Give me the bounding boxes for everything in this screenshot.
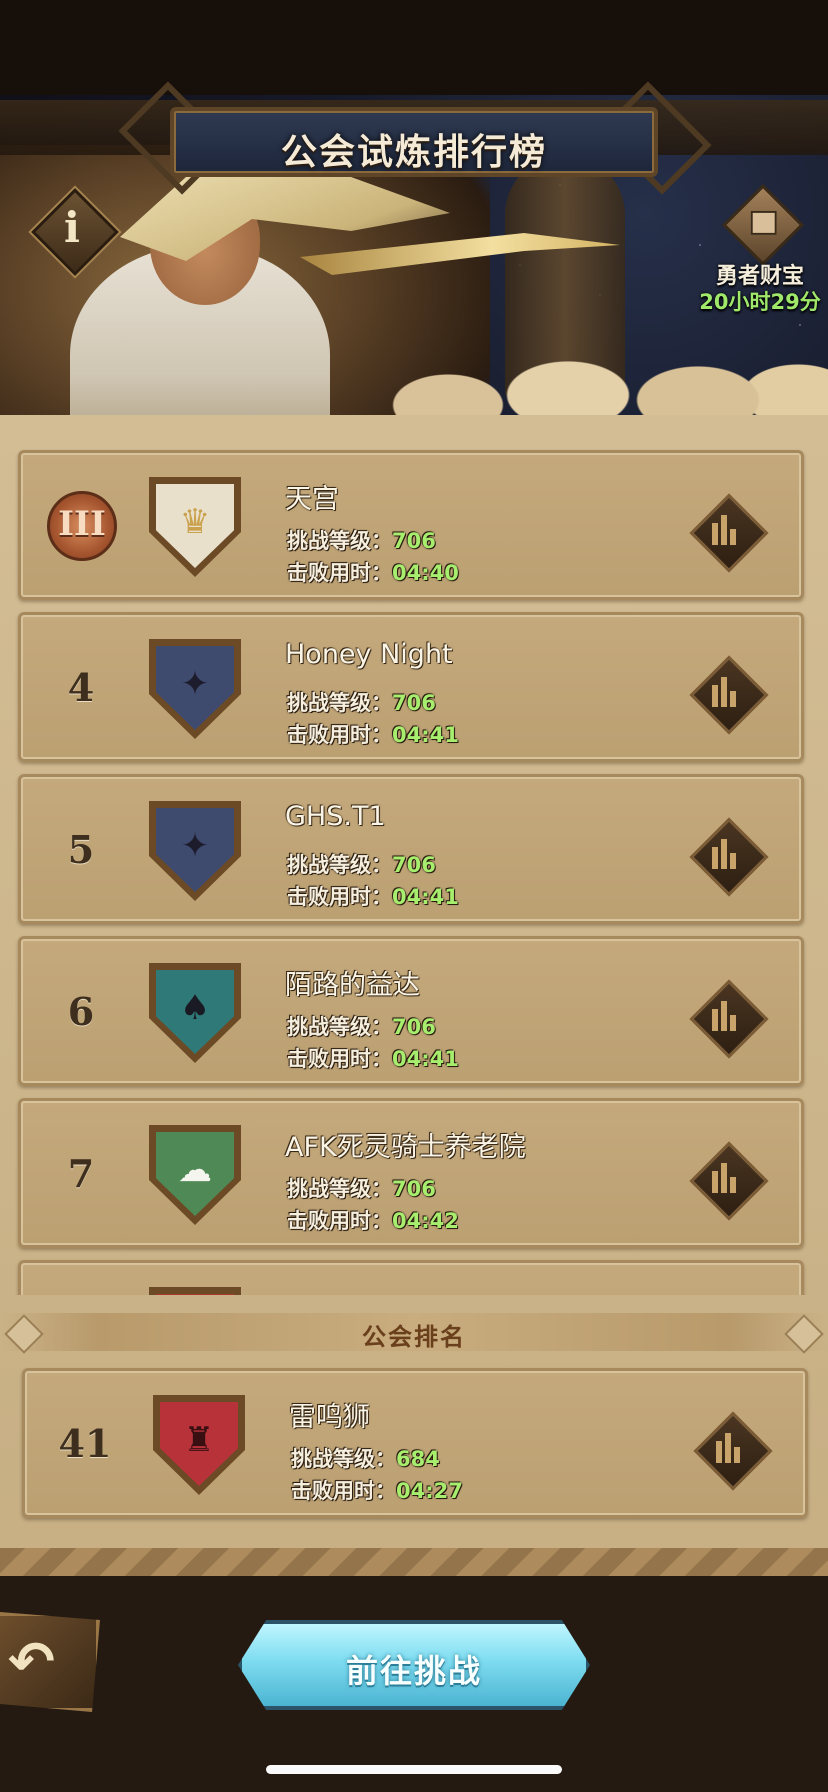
ranking-row[interactable]: 7 ☁ AFK死灵骑士养老院 挑战等级：706 击败用时：04:42 (18, 1098, 804, 1248)
go-challenge-label: 前往挑战 (345, 1652, 482, 1690)
guild-name: 天宫 (285, 484, 339, 515)
defeat-time: 击败用时：04:42 (287, 1209, 459, 1233)
challenge-level: 挑战等级：706 (287, 1177, 436, 1201)
guild-name: 陌路的益达 (285, 970, 420, 1001)
defeat-time: 击败用时：04:27 (291, 1479, 463, 1503)
title-plate: 公会试炼排行榜 (170, 107, 658, 177)
treasure-chest-icon (721, 183, 805, 267)
rank-medal-label: III (58, 504, 106, 544)
battle-stats-button[interactable] (689, 979, 769, 1059)
guild-crest-icon: ☁ (149, 1125, 241, 1225)
guild-crest-icon: ✦ (149, 639, 241, 739)
guild-crest-icon (149, 1287, 241, 1295)
battle-stats-button[interactable] (689, 655, 769, 735)
guild-rank-title: 公会排名 (362, 1323, 466, 1351)
battle-stats-button[interactable] (693, 1411, 773, 1491)
battle-stats-button[interactable] (689, 1141, 769, 1221)
back-button[interactable]: ↶ (0, 1612, 100, 1712)
rank-number: 6 (67, 989, 95, 1034)
bar-chart-icon (712, 515, 740, 545)
guild-name: GHS.T1 (285, 801, 386, 832)
bar-chart-icon (712, 677, 740, 707)
challenge-level: 挑战等级：706 (287, 691, 436, 715)
rank-medal-icon: III (47, 491, 117, 561)
defeat-time: 击败用时：04:41 (287, 723, 459, 747)
go-challenge-button[interactable]: 前往挑战 (238, 1620, 590, 1710)
challenge-level: 挑战等级：706 (287, 853, 436, 877)
rank-number: 7 (67, 1151, 95, 1196)
bar-chart-icon (712, 839, 740, 869)
bar-chart-icon (716, 1433, 744, 1463)
rank-number: 5 (67, 827, 95, 872)
guild-crest-icon: ✦ (149, 801, 241, 901)
challenge-level: 挑战等级：706 (287, 1015, 436, 1039)
ranking-row[interactable]: 4 ✦ Honey Night 挑战等级：706 击败用时：04:41 (18, 612, 804, 762)
challenge-level: 挑战等级：706 (287, 529, 436, 553)
page-title: 公会试炼排行榜 (280, 132, 547, 173)
guild-rank-divider: 公会排名 (0, 1313, 828, 1354)
guild-name: Honey Night (285, 639, 453, 670)
rank-number: 41 (58, 1421, 112, 1466)
battle-stats-button[interactable] (689, 817, 769, 897)
home-indicator[interactable] (266, 1765, 562, 1774)
defeat-time: 击败用时：04:41 (287, 1047, 459, 1071)
bar-chart-icon (712, 1163, 740, 1193)
decorative-border (0, 1548, 828, 1576)
ranking-row[interactable] (18, 1260, 804, 1295)
brave-treasure-button[interactable]: 勇者财宝 20小时29分 (690, 183, 828, 320)
guild-name: AFK死灵骑士养老院 (285, 1132, 526, 1163)
ranking-row[interactable]: III ♛ 天宫 挑战等级：706 击败用时：04:40 (18, 450, 804, 600)
bar-chart-icon (712, 1001, 740, 1031)
ranking-row[interactable]: 5 ✦ GHS.T1 挑战等级：706 击败用时：04:41 (18, 774, 804, 924)
defeat-time: 击败用时：04:41 (287, 885, 459, 909)
ranking-row[interactable]: 6 ♠ 陌路的益达 挑战等级：706 击败用时：04:41 (18, 936, 804, 1086)
battle-stats-button[interactable] (689, 493, 769, 573)
rank-number: 4 (67, 665, 95, 710)
defeat-time: 击败用时：04:40 (287, 561, 459, 585)
challenge-level: 挑战等级：684 (291, 1447, 440, 1471)
ranking-list[interactable]: III ♛ 天宫 挑战等级：706 击败用时：04:40 4 ✦ Honey N… (0, 440, 828, 1295)
treasure-timer: 20小时29分 (699, 290, 821, 314)
my-guild-row[interactable]: 41 ♜ 雷鸣狮 挑战等级：684 击败用时：04:27 (22, 1368, 808, 1518)
guild-crest-icon: ♠ (149, 963, 241, 1063)
guild-crest-icon: ♜ (153, 1395, 245, 1495)
title-bar: 公会试炼排行榜 (0, 81, 828, 195)
back-arrow-icon: ↶ (8, 1630, 55, 1695)
info-button[interactable]: i (31, 188, 119, 276)
guild-crest-icon: ♛ (149, 477, 241, 577)
status-area (0, 0, 828, 95)
guild-name: 雷鸣狮 (289, 1402, 370, 1433)
info-icon: i (64, 203, 80, 252)
